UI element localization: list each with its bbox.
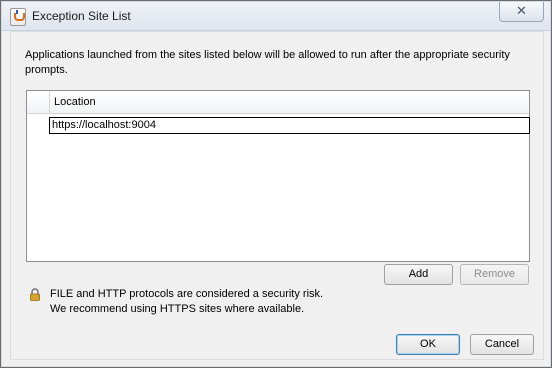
ok-button[interactable]: OK — [396, 334, 460, 355]
location-input[interactable] — [49, 117, 530, 134]
security-warning: FILE and HTTP protocols are considered a… — [50, 287, 323, 317]
row-header-column — [27, 91, 50, 113]
remove-button[interactable]: Remove — [460, 264, 529, 285]
lock-icon — [30, 288, 40, 301]
table-header: Location — [27, 91, 529, 114]
close-button[interactable]: ✕ — [499, 2, 544, 22]
exception-site-list-dialog: Exception Site List ✕ Applications launc… — [0, 0, 552, 368]
close-icon: ✕ — [516, 3, 527, 18]
warning-line-1: FILE and HTTP protocols are considered a… — [50, 288, 324, 300]
java-icon — [10, 8, 26, 26]
warning-line-2: We recommend using HTTPS sites where ava… — [50, 303, 305, 315]
title-bar[interactable]: Exception Site List ✕ — [2, 2, 550, 31]
row-marker — [27, 117, 50, 134]
description-text: Applications launched from the sites lis… — [25, 49, 510, 76]
dialog-content: Applications launched from the sites lis… — [10, 31, 544, 360]
window-title: Exception Site List — [32, 9, 131, 23]
column-header-location[interactable]: Location — [54, 96, 96, 108]
cancel-button[interactable]: Cancel — [470, 334, 534, 355]
add-button[interactable]: Add — [384, 264, 453, 285]
table-row[interactable] — [27, 117, 530, 134]
site-list-table[interactable]: Location — [26, 90, 530, 262]
